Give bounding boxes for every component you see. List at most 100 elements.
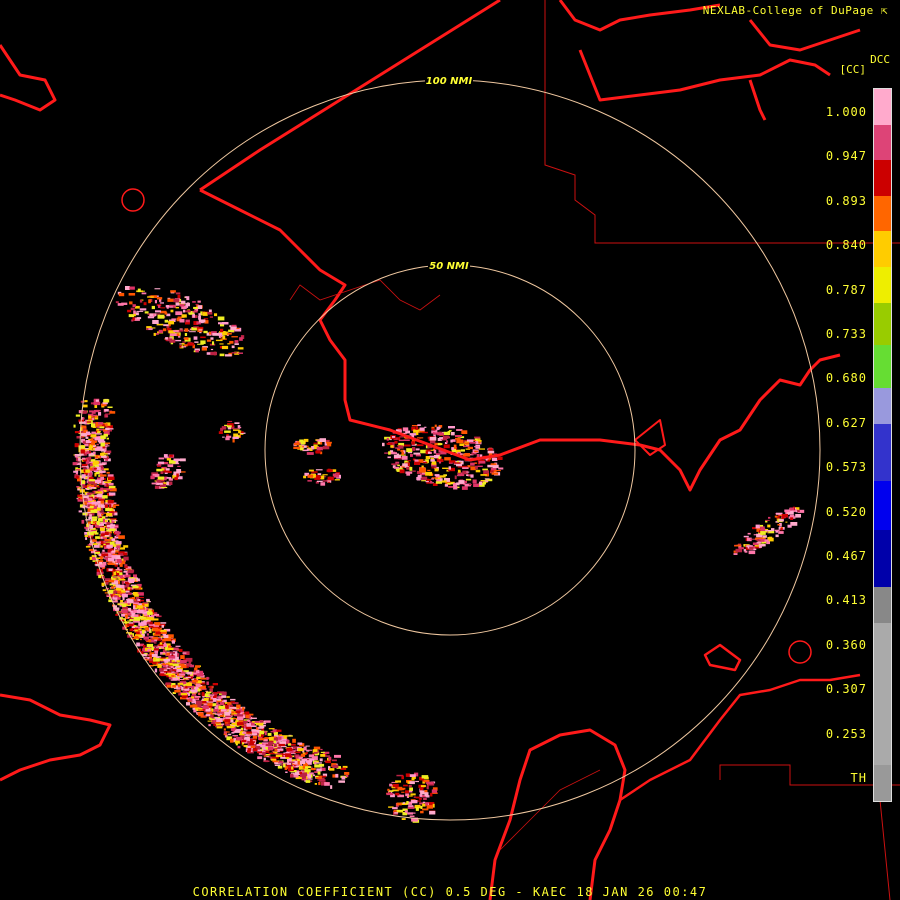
radar-echo bbox=[318, 782, 321, 786]
radar-echo bbox=[146, 620, 151, 622]
radar-echo bbox=[88, 516, 93, 519]
radar-echo bbox=[201, 692, 205, 697]
radar-echo bbox=[92, 461, 99, 465]
radar-echo bbox=[453, 444, 457, 449]
radar-echo bbox=[488, 448, 493, 451]
radar-echo bbox=[294, 751, 301, 754]
radar-echo bbox=[278, 743, 285, 747]
legend-label-9: 0.520 bbox=[825, 504, 867, 519]
radar-echo bbox=[181, 314, 187, 318]
radar-echo bbox=[444, 484, 448, 487]
radar-echo bbox=[184, 337, 189, 341]
radar-echo bbox=[84, 433, 87, 437]
radar-echo bbox=[117, 561, 121, 563]
radar-echo bbox=[108, 553, 112, 557]
radar-echo bbox=[413, 796, 416, 798]
radar-echo bbox=[403, 439, 410, 441]
radar-echo bbox=[157, 476, 165, 480]
radar-echo bbox=[94, 532, 99, 535]
radar-echo bbox=[108, 579, 115, 583]
radar-echo bbox=[244, 735, 251, 737]
radar-echo bbox=[91, 416, 98, 418]
radar-echo bbox=[116, 559, 122, 563]
radar-echo bbox=[127, 578, 135, 582]
radar-echo bbox=[194, 667, 198, 671]
radar-echo bbox=[438, 456, 441, 460]
radar-echo bbox=[252, 733, 257, 736]
radar-echo bbox=[492, 464, 499, 469]
radar-echo bbox=[75, 475, 79, 479]
radar-echo bbox=[184, 333, 188, 336]
radar-echo bbox=[121, 590, 126, 593]
radar-echo bbox=[153, 332, 156, 336]
radar-echo bbox=[162, 328, 167, 332]
radar-echo bbox=[322, 474, 328, 476]
radar-echo bbox=[461, 430, 468, 434]
radar-echo bbox=[127, 587, 131, 590]
radar-echo bbox=[97, 426, 100, 428]
radar-echo bbox=[185, 676, 191, 679]
radar-echo bbox=[237, 347, 244, 350]
legend-label-7: 0.627 bbox=[825, 415, 867, 430]
radar-echo bbox=[123, 622, 130, 624]
radar-echo bbox=[192, 704, 198, 708]
radar-echo bbox=[268, 741, 275, 745]
radar-echo bbox=[478, 441, 481, 444]
radar-echo bbox=[415, 426, 419, 430]
radar-echo bbox=[223, 733, 227, 736]
radar-echo bbox=[386, 793, 394, 796]
radar-echo bbox=[166, 652, 170, 656]
radar-echo bbox=[161, 486, 168, 489]
radar-echo bbox=[197, 688, 201, 692]
radar-echo bbox=[133, 605, 136, 610]
radar-echo bbox=[242, 707, 245, 711]
radar-echo bbox=[175, 292, 181, 295]
colorbar bbox=[873, 88, 892, 802]
radar-echo bbox=[407, 460, 411, 462]
radar-echo bbox=[393, 466, 400, 469]
radar-echo bbox=[112, 563, 117, 566]
radar-echo bbox=[415, 448, 420, 451]
radar-echo bbox=[466, 471, 470, 473]
radar-echo bbox=[423, 798, 427, 800]
radar-echo bbox=[89, 439, 94, 442]
radar-echo bbox=[192, 313, 195, 318]
radar-echo bbox=[259, 730, 265, 735]
radar-echo bbox=[780, 528, 783, 531]
radar-echo bbox=[170, 309, 174, 313]
radar-echo bbox=[147, 296, 154, 298]
radar-echo bbox=[101, 553, 108, 557]
radar-echo bbox=[319, 779, 326, 782]
radar-echo bbox=[208, 694, 215, 696]
radar-echo bbox=[179, 660, 187, 664]
radar-echo bbox=[125, 286, 130, 290]
radar-echo bbox=[76, 486, 80, 488]
radar-echo bbox=[217, 717, 221, 721]
radar-echo bbox=[224, 430, 231, 433]
radar-echo bbox=[159, 299, 162, 302]
radar-echo bbox=[99, 516, 102, 518]
radar-echo bbox=[173, 685, 177, 688]
radar-echo bbox=[94, 467, 97, 470]
radar-echo bbox=[139, 299, 143, 303]
radar-echo bbox=[768, 516, 771, 519]
radar-echo bbox=[169, 333, 177, 336]
radar-echo bbox=[431, 789, 437, 793]
radar-echo bbox=[187, 671, 193, 675]
radar-echo bbox=[103, 543, 106, 546]
radar-echo bbox=[314, 764, 321, 768]
radar-echo bbox=[755, 524, 760, 529]
radar-echo bbox=[319, 758, 323, 762]
radar-echo bbox=[148, 328, 153, 330]
radar-echo bbox=[137, 599, 141, 601]
radar-echo bbox=[433, 449, 437, 454]
radar-echo bbox=[303, 445, 307, 448]
radar-echo bbox=[207, 702, 213, 706]
radar-echo bbox=[425, 450, 428, 455]
legend-label-10: 0.467 bbox=[825, 549, 867, 563]
radar-echo bbox=[105, 582, 109, 585]
radar-echo bbox=[169, 337, 173, 339]
radar-echo bbox=[112, 505, 116, 509]
radar-echo bbox=[208, 724, 211, 727]
radar-echo bbox=[148, 299, 151, 304]
